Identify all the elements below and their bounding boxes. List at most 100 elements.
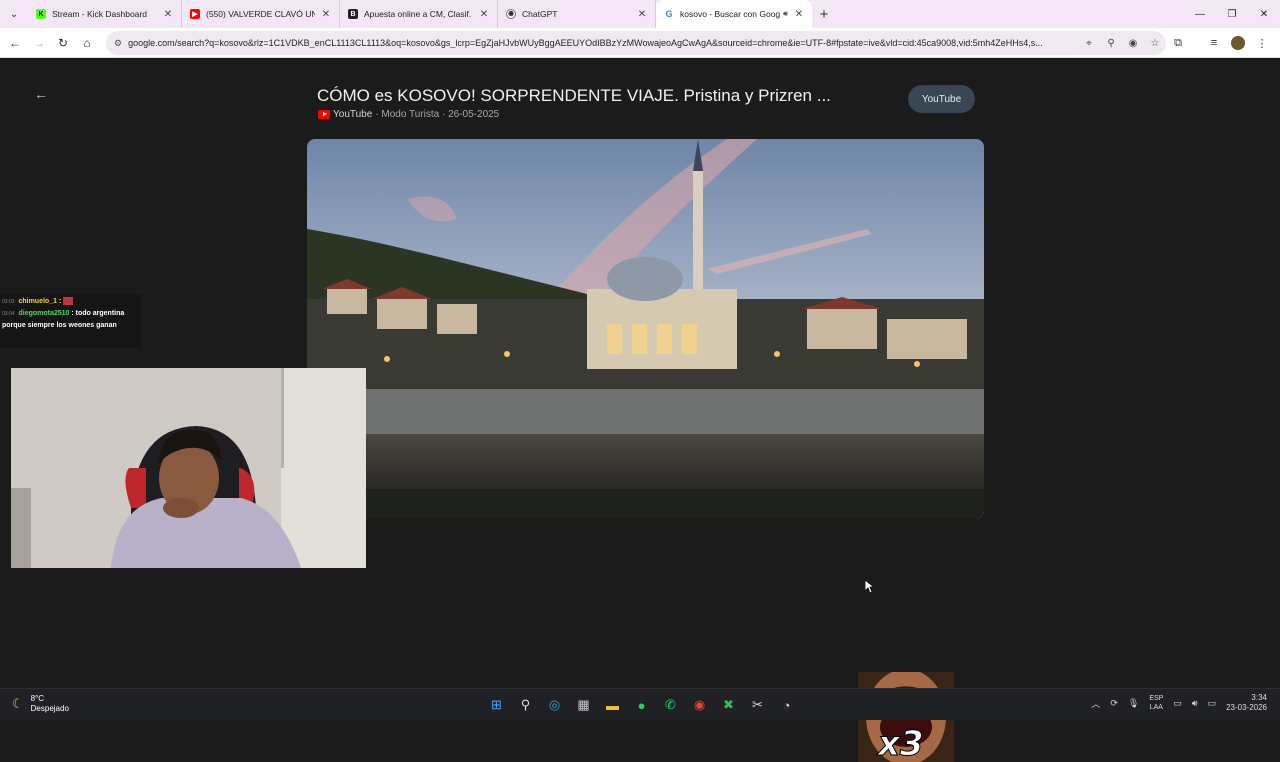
chat-username: chimuelo_1 [18,298,57,305]
restore-button[interactable]: ❐ [1216,0,1248,28]
snipping-tool-icon[interactable]: ✂ [743,693,772,717]
chrome-icon[interactable]: ◉ [685,693,714,717]
site-info-icon[interactable]: ⚙ [114,38,122,49]
address-bar[interactable]: ⚙ google.com/search?q=kosovo&rlz=1C1VDKB… [106,31,1166,55]
browser-toolbar: ← → ↻ ⌂ ⚙ google.com/search?q=kosovo&rlz… [0,28,1280,58]
tab-youtube[interactable]: ▶ (550) VALVERDE CLAVÓ UN GO ✕ [182,0,340,28]
video-title[interactable]: CÓMO es KOSOVO! SORPRENDENTE VIAJE. Pris… [317,86,831,106]
tab-google-search[interactable]: G kosovo - Buscar con Google 🔊︎ ✕ [656,0,812,28]
close-window-button[interactable]: ✕ [1248,0,1280,28]
chat-message: 03:03 chimuelo_1 : [2,296,140,308]
clock-time: 3:34 [1251,693,1267,702]
mouse-cursor-icon [865,580,874,594]
microphone-icon[interactable]: 🎙︎ [1128,698,1139,709]
tab-kick[interactable]: K Stream - Kick Dashboard ✕ [28,0,182,28]
xbox-icon[interactable]: ✖ [714,693,743,717]
battery-icon[interactable]: ▭ [1208,698,1217,709]
back-arrow-icon[interactable]: ← [34,86,48,102]
open-youtube-button[interactable]: YouTube [908,85,975,113]
eye-off-icon[interactable]: ◉ [1122,38,1144,49]
windows-taskbar: ☾ 8°C Despejado ⊞ ⚲ ◎ ▦ ▬ ● ✆ ◉ ✖ ✂ ◔ ︿ … [0,688,1280,720]
google-icon: G [664,9,674,19]
window-controls: — ❐ ✕ [1184,0,1280,28]
chat-text: : [58,298,62,305]
close-icon[interactable]: ✕ [635,9,649,20]
zoom-icon[interactable]: ⚲ [1100,38,1122,49]
location-icon[interactable]: ⌖ [1078,38,1100,49]
clock-date: 23-03-2026 [1226,703,1267,712]
video-channel-date: · Modo Turista · 26-05-2025 [375,109,500,120]
store-icon[interactable]: ▦ [569,693,598,717]
menu-icon[interactable]: ⋮ [1250,31,1274,55]
mosque-landscape-image [307,139,984,519]
chatgpt-icon: ✺ [506,9,516,19]
temperature: 8°C [30,694,45,703]
tab-search-icon[interactable]: ⌄ [0,0,28,28]
tab-title: Apuesta online a CM, Clasif. UE [364,9,473,19]
tab-title: kosovo - Buscar con Google [680,9,780,19]
tab-betting[interactable]: B Apuesta online a CM, Clasif. UE ✕ [340,0,498,28]
new-tab-button[interactable]: + [812,6,836,23]
moon-icon: ☾ [12,696,24,711]
search-icon[interactable]: ⚲ [511,693,540,717]
chat-username: diegomota2510 [18,310,70,317]
system-tray: ︿ ⟳ 🎙︎ ESP LAA ▭ 🔊︎ ▭ 3:34 23-03-2026 [1086,693,1272,713]
forward-button[interactable]: → [27,31,51,55]
video-viewer: ← CÓMO es KOSOVO! SORPRENDENTE VIAJE. Pr… [0,58,1280,762]
emote-icon [63,297,74,306]
video-thumbnail[interactable] [307,139,984,519]
omnibox-actions: ⌖ ⚲ ◉ ☆ [1078,38,1166,49]
tab-strip: ⌄ K Stream - Kick Dashboard ✕ ▶ (550) VA… [0,0,1280,28]
tab-title: ChatGPT [522,9,558,19]
stream-chat-overlay: 03:03 chimuelo_1 : 03:04 diegomota2510 :… [0,294,142,348]
weather-widget[interactable]: ☾ 8°C Despejado [12,694,69,714]
tab-title: (550) VALVERDE CLAVÓ UN GO [206,9,315,19]
close-icon[interactable]: ✕ [792,9,806,20]
back-button[interactable]: ← [3,31,27,55]
language-indicator[interactable]: ESP LAA [1149,694,1163,712]
tab-chatgpt[interactable]: ✺ ChatGPT ✕ [498,0,656,28]
kick-icon: K [36,9,46,19]
extensions-icon[interactable]: ⧉ [1166,31,1190,55]
youtube-icon [318,110,330,119]
close-icon[interactable]: ✕ [477,9,491,20]
betting-site-icon: B [348,9,358,19]
weather-text: 8°C Despejado [31,694,69,714]
youtube-icon: ▶ [190,9,200,19]
tab-title: Stream - Kick Dashboard [52,9,147,19]
app-icon[interactable]: ◔ [772,693,801,717]
reload-button[interactable]: ↻ [51,31,75,55]
chat-time: 03:03 [2,299,15,305]
volume-icon[interactable]: 🔊︎ [1192,698,1198,709]
webcam-overlay [11,368,366,568]
avatar[interactable] [1231,36,1245,50]
weather-condition: Despejado [30,704,69,713]
url-text[interactable]: google.com/search?q=kosovo&rlz=1C1VDKB_e… [128,38,1072,48]
windows-start-icon[interactable]: ⊞ [482,693,511,717]
video-meta: YouTube · Modo Turista · 26-05-2025 [318,109,499,120]
file-explorer-icon[interactable]: ▬ [598,693,627,717]
close-icon[interactable]: ✕ [319,9,333,20]
divider [1190,31,1202,55]
chevron-up-icon[interactable]: ︿ [1091,697,1100,710]
webcam-streamer-image [11,368,366,568]
speaker-icon[interactable]: 🔊︎ [783,9,788,19]
language-code: ESP [1149,695,1164,702]
spotify-icon[interactable]: ● [627,693,656,717]
home-button[interactable]: ⌂ [75,31,99,55]
keyboard-layout: LAA [1149,704,1163,711]
network-icon[interactable]: ▭ [1173,698,1182,709]
clock[interactable]: 3:34 23-03-2026 [1226,693,1267,713]
video-source: YouTube [333,109,373,120]
chat-time: 03:04 [2,311,15,317]
chat-message: 03:04 diegomota2510 : todo argentina por… [2,308,140,332]
close-icon[interactable]: ✕ [161,9,175,20]
media-control-icon[interactable]: ≡ [1202,31,1226,55]
meme-caption: x3 [878,724,925,762]
bookmark-star-icon[interactable]: ☆ [1144,38,1166,49]
sync-icon[interactable]: ⟳ [1110,698,1118,709]
minimize-button[interactable]: — [1184,0,1216,28]
toolbar-right: ⧉ ≡ ⋮ [1166,31,1274,55]
edge-icon[interactable]: ◎ [540,693,569,717]
whatsapp-icon[interactable]: ✆ [656,693,685,717]
